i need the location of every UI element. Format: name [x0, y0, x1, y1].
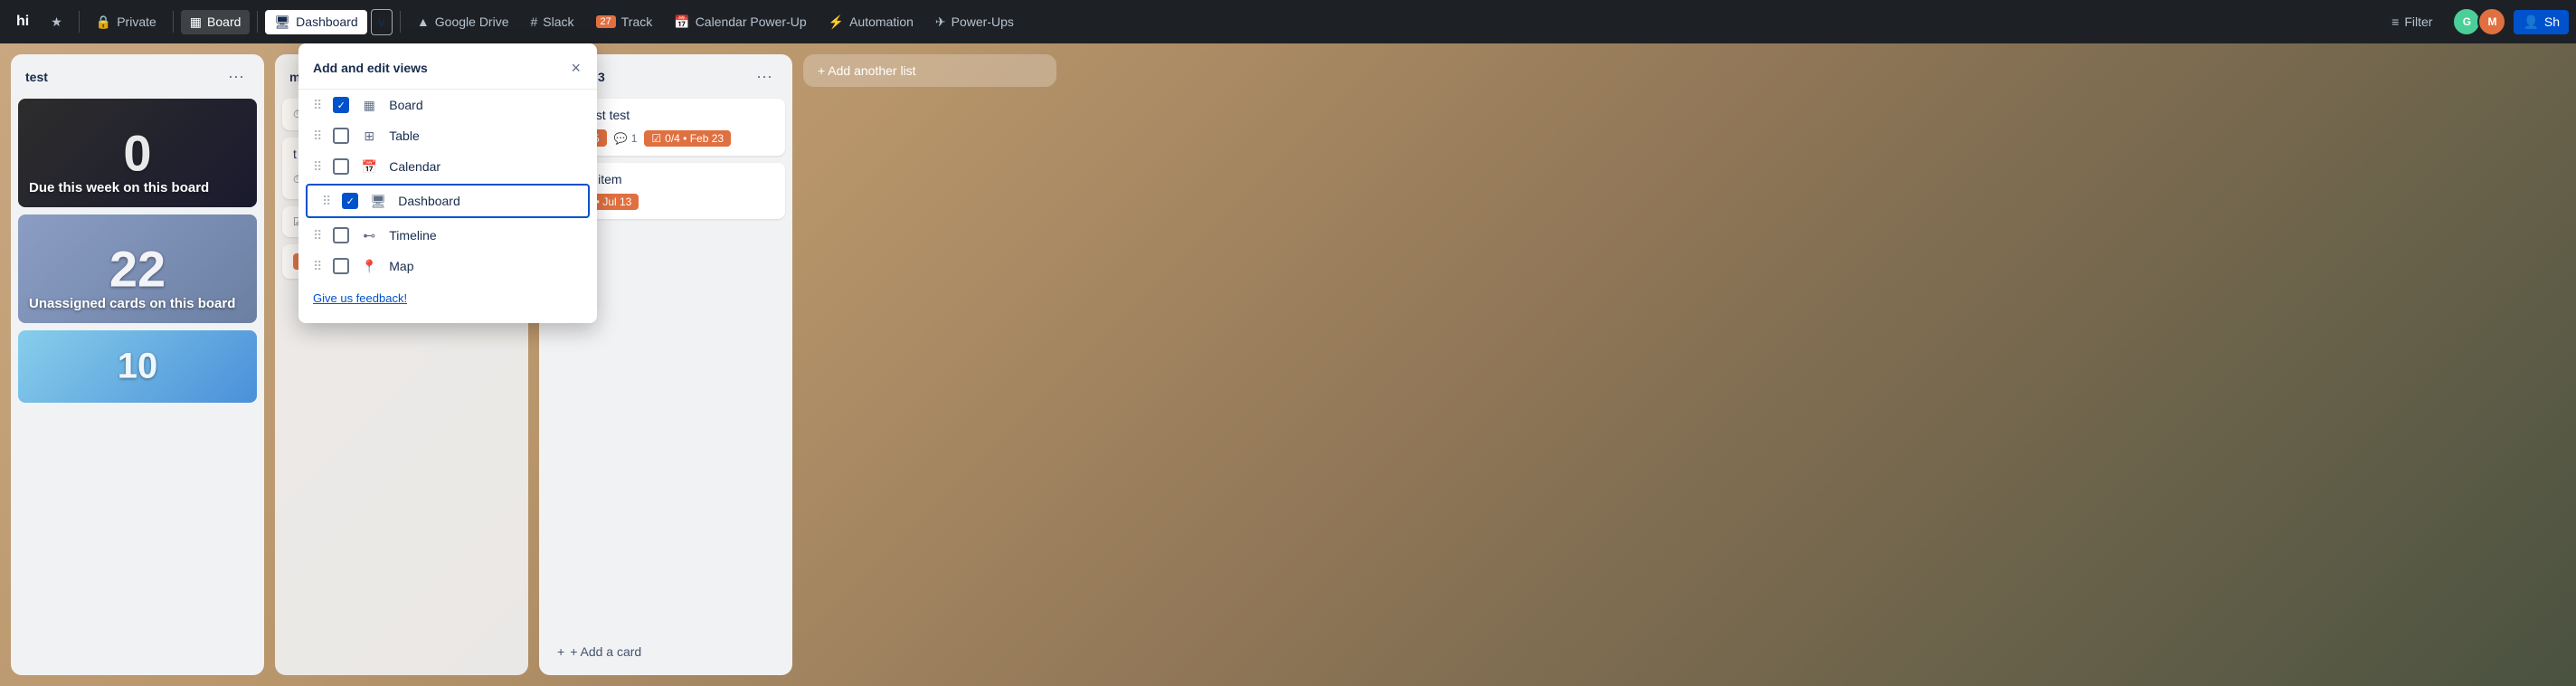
column-test-menu-button[interactable]: ···: [223, 65, 250, 88]
add-card-button[interactable]: + + Add a card: [550, 639, 781, 664]
dashboard-check: ✓: [342, 193, 358, 209]
dropdown-item-dashboard[interactable]: ⠿ ✓ 🖥 Dashboard: [306, 184, 590, 218]
dropdown-item-table[interactable]: ⠿ ⊞ Table: [298, 120, 597, 151]
add-card-area: + + Add a card: [539, 632, 792, 675]
column-megha3-menu-button[interactable]: ···: [751, 65, 778, 88]
dashboard-card-other[interactable]: 10: [18, 330, 257, 403]
dashboard-icon: 🖥: [274, 14, 290, 30]
dashboard-card-unassigned[interactable]: 22 Unassigned cards on this board: [18, 214, 257, 323]
dashboard-card-due-this-week[interactable]: 0 Due this week on this board: [18, 99, 257, 207]
google-drive-icon: ▲: [417, 14, 430, 29]
column-test-title: test: [25, 70, 48, 84]
drag-handle-icon: ⠿: [313, 259, 322, 274]
unassigned-count: 22: [109, 240, 166, 299]
dashboard-card-other-image: 10: [18, 330, 257, 403]
timeline-check: [333, 227, 349, 243]
view-dropdown: Add and edit views × ⠿ ✓ ▦ Board ⠿ ⊞ Tab…: [298, 43, 597, 323]
avatar-group: G M: [2452, 7, 2506, 36]
calendar-icon: 📅: [674, 14, 689, 30]
star-button[interactable]: ★: [42, 10, 71, 34]
unassigned-label: Unassigned cards on this board: [29, 295, 246, 313]
dashboard-button[interactable]: 🖥 Dashboard: [265, 10, 366, 34]
share-icon: 👤: [2523, 14, 2538, 30]
table-check: [333, 128, 349, 144]
other-count: 10: [118, 347, 158, 387]
drag-handle-icon: ⠿: [313, 129, 322, 144]
board-icon: ▦: [190, 14, 202, 30]
checkmark-icon: ✓: [346, 195, 355, 207]
dropdown-close-button[interactable]: ×: [569, 58, 582, 78]
track-button[interactable]: 27 Track: [587, 10, 662, 33]
separator3: [257, 11, 258, 33]
separator: [79, 11, 80, 33]
automation-icon: ⚡: [829, 14, 844, 30]
dashboard-card-unassigned-image: 22 Unassigned cards on this board: [18, 214, 257, 323]
add-list-button[interactable]: + Add another list: [803, 54, 1056, 87]
topbar: hi ★ 🔒 Private ▦ Board 🖥 Dashboard ∨ ▲ G…: [0, 0, 2576, 43]
column-test-header: test ···: [11, 54, 264, 95]
power-ups-icon: ✈: [935, 14, 946, 30]
dropdown-item-dashboard-label: Dashboard: [398, 194, 573, 208]
topbar-right: ≡ Filter G M 👤 Sh: [2382, 7, 2569, 36]
calendar-check: [333, 158, 349, 175]
board-icon: ▦: [360, 98, 378, 113]
separator2: [173, 11, 174, 33]
dropdown-item-board-label: Board: [389, 98, 582, 112]
view-chevron-button[interactable]: ∨: [371, 9, 393, 35]
dropdown-item-map[interactable]: ⠿ 📍 Map: [298, 251, 597, 281]
map-icon: 📍: [360, 259, 378, 274]
google-drive-button[interactable]: ▲ Google Drive: [408, 10, 518, 33]
dropdown-item-table-label: Table: [389, 129, 582, 143]
slack-icon: #: [530, 14, 537, 29]
drag-handle-icon: ⠿: [313, 98, 322, 113]
filter-button[interactable]: ≡ Filter: [2382, 10, 2441, 33]
dropdown-item-calendar-label: Calendar: [389, 159, 582, 174]
dropdown-item-map-label: Map: [389, 259, 582, 273]
checklist-badge-icon: ☑: [651, 132, 661, 145]
private-button[interactable]: 🔒 Private: [87, 10, 166, 34]
due-week-label: Due this week on this board: [29, 179, 246, 197]
card-checklist-badge: ☑ 0/4 • Feb 23: [644, 130, 731, 147]
dropdown-panel: Add and edit views × ⠿ ✓ ▦ Board ⠿ ⊞ Tab…: [298, 43, 597, 323]
plus-icon: +: [557, 644, 564, 659]
board-check: ✓: [333, 97, 349, 113]
avatar[interactable]: M: [2477, 7, 2506, 36]
chevron-down-icon: ∨: [377, 14, 386, 30]
checkmark-icon: ✓: [337, 100, 346, 111]
column-test-cards: 0 Due this week on this board 22 Unassig…: [11, 95, 264, 675]
feedback-link[interactable]: Give us feedback!: [313, 291, 407, 305]
dropdown-header: Add and edit views ×: [298, 51, 597, 90]
dropdown-item-timeline-label: Timeline: [389, 228, 582, 243]
comment-icon: 💬: [614, 132, 628, 145]
timeline-icon: ⊷: [360, 228, 378, 243]
lock-icon: 🔒: [96, 14, 111, 30]
drag-handle-icon: ⠿: [322, 194, 331, 209]
slack-button[interactable]: # Slack: [521, 10, 582, 33]
track-number-badge: 27: [596, 15, 616, 28]
feedback-area: Give us feedback!: [298, 281, 597, 316]
dropdown-item-timeline[interactable]: ⠿ ⊷ Timeline: [298, 220, 597, 251]
dropdown-title: Add and edit views: [313, 61, 428, 75]
board-button[interactable]: ▦ Board: [181, 10, 251, 34]
power-ups-button[interactable]: ✈ Power-Ups: [926, 10, 1023, 34]
automation-button[interactable]: ⚡ Automation: [819, 10, 923, 34]
due-week-count: 0: [123, 124, 151, 183]
dropdown-item-board[interactable]: ⠿ ✓ ▦ Board: [298, 90, 597, 120]
dropdown-item-calendar[interactable]: ⠿ 📅 Calendar: [298, 151, 597, 182]
hi-button[interactable]: hi: [7, 9, 38, 34]
filter-icon: ≡: [2391, 14, 2399, 29]
table-icon: ⊞: [360, 129, 378, 144]
drag-handle-icon: ⠿: [313, 228, 322, 243]
share-button[interactable]: 👤 Sh: [2514, 10, 2569, 34]
column-test: test ··· 0 Due this week on this board 2…: [11, 54, 264, 675]
star-icon: ★: [51, 14, 62, 30]
calendar-icon: 📅: [360, 159, 378, 175]
card-comment-count: 💬 1: [614, 132, 638, 145]
dashboard-icon: 🖥: [369, 194, 387, 209]
calendar-powerup-button[interactable]: 📅 Calendar Power-Up: [665, 10, 815, 34]
dashboard-card-image: 0 Due this week on this board: [18, 99, 257, 207]
map-check: [333, 258, 349, 274]
drag-handle-icon: ⠿: [313, 159, 322, 175]
separator4: [400, 11, 401, 33]
